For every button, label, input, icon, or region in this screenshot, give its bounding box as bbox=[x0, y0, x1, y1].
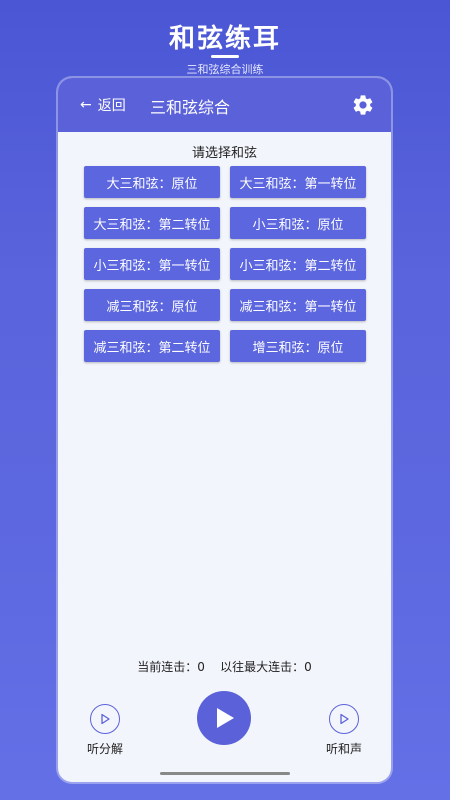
page-title: 三和弦综合 bbox=[150, 98, 231, 117]
chord-button-diminished-second-inversion[interactable]: 减三和弦：第二转位 bbox=[84, 330, 220, 362]
play-button[interactable] bbox=[197, 691, 251, 745]
back-label: 返回 bbox=[97, 98, 126, 114]
chord-grid: 大三和弦：原位 大三和弦：第一转位 大三和弦：第二转位 小三和弦：原位 小三和弦… bbox=[84, 166, 366, 362]
chord-button-augmented-root[interactable]: 增三和弦：原位 bbox=[230, 330, 366, 362]
phone-screen: ← 返回 三和弦综合 请选择和弦 大三和弦：原位 大三和弦：第一转位 大三和弦：… bbox=[58, 78, 391, 782]
best-streak-label: 以往最大连击： bbox=[220, 660, 305, 674]
play-outline-icon bbox=[90, 704, 120, 734]
settings-button[interactable] bbox=[351, 93, 375, 117]
listen-harmony-label: 听和声 bbox=[325, 742, 362, 756]
chord-button-major-root[interactable]: 大三和弦：原位 bbox=[84, 166, 220, 198]
promo-underline bbox=[211, 55, 239, 58]
play-outline-icon bbox=[329, 704, 359, 734]
gear-icon bbox=[353, 95, 373, 115]
best-streak-value: 0 bbox=[304, 660, 312, 674]
home-indicator[interactable] bbox=[160, 772, 290, 775]
play-icon bbox=[217, 708, 234, 728]
back-arrow-icon: ← bbox=[80, 97, 92, 113]
streak-status: 当前连击：0 以往最大连击：0 bbox=[58, 658, 391, 675]
listen-arpeggio-label: 听分解 bbox=[86, 742, 123, 756]
chord-button-major-second-inversion[interactable]: 大三和弦：第二转位 bbox=[84, 207, 220, 239]
chord-button-diminished-first-inversion[interactable]: 减三和弦：第一转位 bbox=[230, 289, 366, 321]
promo-subtitle: 三和弦综合训练 bbox=[186, 63, 264, 76]
current-streak-value: 0 bbox=[197, 660, 205, 674]
chord-button-diminished-root[interactable]: 减三和弦：原位 bbox=[84, 289, 220, 321]
section-title: 请选择和弦 bbox=[191, 146, 257, 161]
listen-harmony-button[interactable]: 听和声 bbox=[314, 704, 374, 757]
chord-button-major-first-inversion[interactable]: 大三和弦：第一转位 bbox=[230, 166, 366, 198]
app-bar: ← 返回 三和弦综合 bbox=[58, 78, 391, 132]
back-button[interactable]: ← 返回 bbox=[80, 95, 126, 115]
current-streak-label: 当前连击： bbox=[137, 660, 198, 674]
chord-button-minor-first-inversion[interactable]: 小三和弦：第一转位 bbox=[84, 248, 220, 280]
listen-arpeggio-button[interactable]: 听分解 bbox=[75, 704, 135, 757]
chord-button-minor-second-inversion[interactable]: 小三和弦：第二转位 bbox=[230, 248, 366, 280]
promo-title: 和弦练耳 bbox=[168, 24, 281, 54]
chord-button-minor-root[interactable]: 小三和弦：原位 bbox=[230, 207, 366, 239]
